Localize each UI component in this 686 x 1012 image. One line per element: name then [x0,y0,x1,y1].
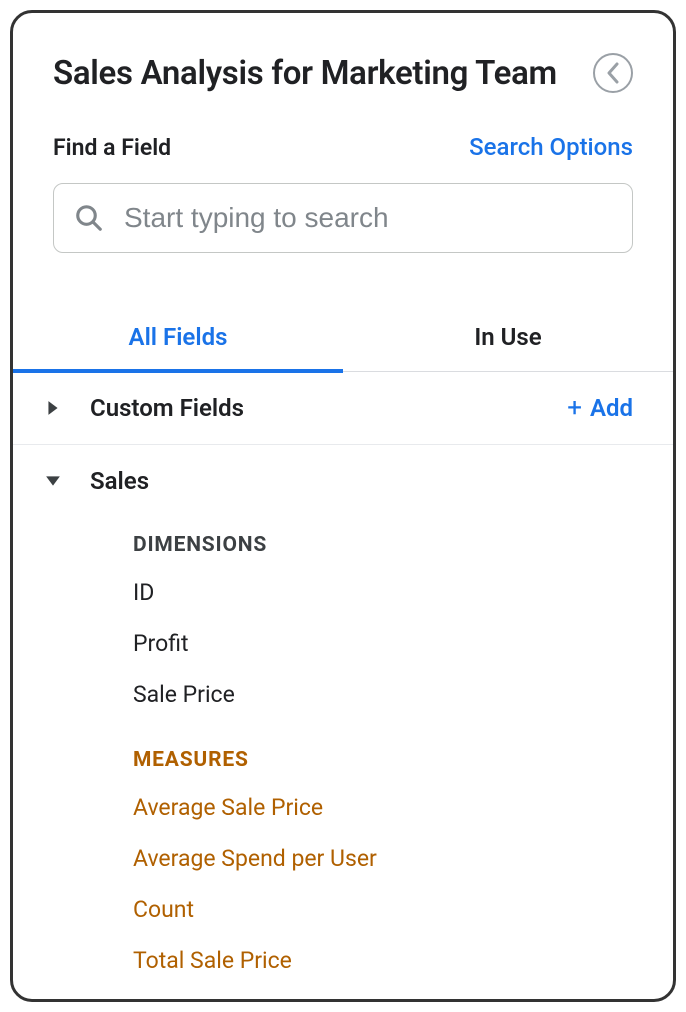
search-box[interactable] [53,183,633,253]
sales-label: Sales [90,467,633,495]
measures-heading: MEASURES [13,720,673,782]
field-item[interactable]: Average Sale Price [13,782,673,833]
field-item[interactable]: Total Sale Price [13,935,673,986]
expand-custom-fields[interactable] [38,400,68,416]
plus-icon: + [567,395,582,421]
sales-section: Sales [13,445,673,505]
collapse-sales[interactable] [38,475,68,487]
search-section: Find a Field Search Options [13,93,673,253]
dimensions-heading: DIMENSIONS [13,505,673,567]
tab-in-use[interactable]: In Use [343,305,673,371]
caret-down-icon [45,475,61,487]
field-item[interactable]: Profit [13,618,673,669]
search-options-link[interactable]: Search Options [469,133,633,161]
tab-all-fields[interactable]: All Fields [13,305,343,371]
custom-fields-section: Custom Fields + Add [13,372,673,445]
panel-header: Sales Analysis for Marketing Team [13,13,673,93]
page-title: Sales Analysis for Marketing Team [53,54,557,93]
field-item[interactable]: Sale Price [13,669,673,720]
caret-right-icon [47,400,59,416]
search-input[interactable] [124,202,612,234]
field-item[interactable]: Count [13,884,673,935]
back-button[interactable] [593,53,633,93]
search-icon [74,203,104,233]
find-field-label: Find a Field [53,134,171,161]
field-picker-panel: Sales Analysis for Marketing Team Find a… [10,10,676,1002]
field-item[interactable]: ID [13,567,673,618]
custom-fields-label: Custom Fields [90,394,567,422]
chevron-left-icon [606,62,620,84]
tabs: All Fields In Use [13,305,673,372]
add-custom-field-button[interactable]: + Add [567,394,633,422]
add-label: Add [590,394,633,422]
field-item[interactable]: Average Spend per User [13,833,673,884]
